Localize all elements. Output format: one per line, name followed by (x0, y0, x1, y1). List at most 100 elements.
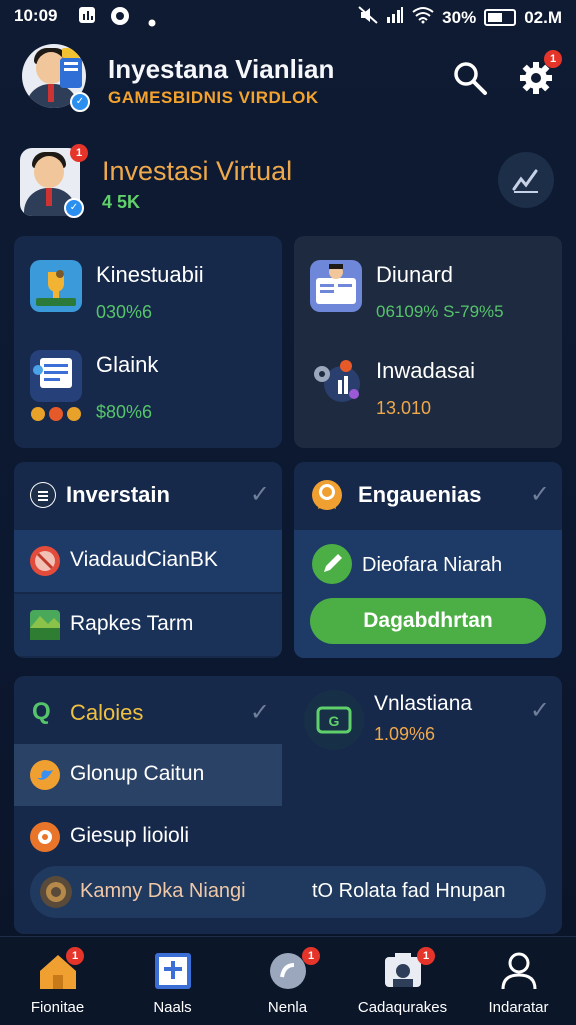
app-notification-icon (110, 6, 130, 31)
calories-card: Q Caloies ✓ Glonup Caitun Giesup lioioli… (14, 676, 562, 934)
app-title: Inyestana Vianlian (108, 54, 335, 84)
list-item[interactable]: Rapkes Tarm (14, 594, 282, 656)
book-icon (153, 951, 193, 991)
stat-label: Diunard (376, 262, 454, 287)
list-item[interactable]: ViadaudCianBK (14, 530, 282, 592)
dot-icon (148, 12, 156, 32)
signal-icon (386, 6, 404, 29)
calories-right-value: 1.09%6 (374, 724, 436, 744)
tab-label: Naals (153, 999, 192, 1016)
list-item-label: Giesup lioioli (70, 824, 190, 847)
input-left-text: Kamny Dka Niangi (80, 880, 246, 902)
stat-value: $80%6 (96, 402, 153, 422)
tab-home[interactable]: 1 Fionitae (0, 937, 115, 1025)
profile-name: Investasi Virtual (102, 156, 293, 186)
engagement-card-title: Engauenias (358, 482, 482, 507)
tab-chat[interactable]: 1 Nenla (230, 937, 345, 1025)
bottom-tab-bar: 1 Fionitae Naals 1 Nenla 1 Cadaqurakes I… (0, 936, 576, 1025)
profile-notification-badge: 1 (70, 144, 88, 162)
user-icon (499, 951, 539, 991)
stats-card-left: Kinestuabii 030%6 Glaink $80%6 (14, 236, 282, 448)
report-icon (310, 260, 362, 312)
twitter-icon (30, 760, 60, 790)
stat-item[interactable]: Diunard 06109% S-79%5 (310, 260, 550, 330)
chart-notification-icon (78, 6, 96, 29)
profile-verified-icon: ✓ (64, 198, 84, 218)
list-item-label: ViadaudCianBK (70, 548, 218, 571)
action-input-bar[interactable]: Kamny Dka Niangi tO Rolata fad Hnupan (30, 866, 546, 918)
stat-value: 13.010 (376, 398, 432, 418)
search-button[interactable] (450, 58, 490, 98)
gear-badge-icon (30, 822, 60, 852)
money-icon: G (304, 690, 364, 750)
engage-button[interactable]: Dagabdhrtan (310, 598, 546, 644)
engagement-card: Engauenias ✓ Dieofara Niarah Dagabdhrtan (294, 462, 562, 658)
cancel-circle-icon (30, 546, 60, 576)
tab-gallery[interactable]: 1 Cadaqurakes (345, 937, 460, 1025)
landscape-icon (30, 610, 60, 640)
stat-value: 030%6 (96, 302, 153, 322)
investment-card-title: Inverstain (66, 482, 170, 507)
coins-icon (30, 406, 82, 422)
invoice-icon (30, 350, 82, 402)
settings-notification-badge: 1 (544, 50, 562, 68)
status-right: 30% 02.M (358, 6, 562, 29)
tab-label: Nenla (267, 999, 308, 1016)
investment-card-header[interactable]: Inverstain ✓ (14, 462, 282, 528)
gears-analytics-icon (310, 356, 362, 408)
investment-card: Inverstain ✓ ViadaudCianBK Rapkes Tarm (14, 462, 282, 658)
check-icon: ✓ (249, 699, 270, 726)
stat-item[interactable]: Inwadasai 13.010 (310, 356, 550, 426)
trend-chart-icon (512, 169, 538, 193)
mute-icon (358, 6, 378, 29)
list-item-label: Rapkes Tarm (70, 612, 194, 635)
stat-item[interactable]: Glaink $80%6 (30, 350, 270, 430)
svg-text:G: G (329, 713, 340, 729)
analytics-button[interactable] (498, 152, 554, 208)
list-item[interactable]: Giesup lioioli (14, 806, 282, 868)
list-icon (30, 482, 56, 508)
check-icon: ✓ (249, 481, 270, 508)
search-q-icon: Q (32, 698, 51, 725)
profile-sub: 4 5K (102, 192, 141, 212)
stats-card-right: Diunard 06109% S-79%5 Inwadasai 13.010 (294, 236, 562, 448)
list-item[interactable]: Glonup Caitun (14, 744, 282, 806)
engagement-item-label: Dieofara Niarah (362, 554, 503, 576)
engagement-card-header[interactable]: Engauenias ✓ (294, 462, 562, 528)
calories-card-title: Caloies (70, 700, 144, 725)
check-icon: ✓ (529, 697, 550, 724)
calories-card-header[interactable]: Q Caloies ✓ (14, 676, 282, 742)
app-header: ✓ Inyestana Vianlian GAMESBIDNIS VIRDLOK… (22, 44, 562, 116)
battery-percent: 30% (442, 7, 477, 27)
tab-news[interactable]: Naals (115, 937, 230, 1025)
status-time: 10:09 (14, 6, 58, 25)
input-right-text: tO Rolata fad Hnupan (312, 880, 506, 902)
verified-badge-icon: ✓ (70, 92, 90, 112)
stat-item[interactable]: Kinestuabii 030%6 (30, 260, 270, 330)
coin-avatar-icon (40, 876, 72, 908)
stat-label: Glaink (96, 352, 159, 377)
stat-label: Inwadasai (376, 358, 476, 383)
edit-pen-icon (312, 544, 352, 584)
stat-label: Kinestuabii (96, 262, 204, 287)
tab-profile[interactable]: Indaratar (461, 937, 576, 1025)
search-icon (454, 62, 487, 95)
trophy-icon (30, 260, 82, 312)
profile-row: 1 ✓ Investasi Virtual 4 5K (20, 144, 560, 222)
check-icon: ✓ (529, 481, 550, 508)
tab-notification-badge: 1 (417, 947, 435, 965)
tab-notification-badge: 1 (66, 947, 84, 965)
battery-icon (484, 9, 517, 26)
app-subtitle: GAMESBIDNIS VIRDLOK (108, 88, 319, 107)
stat-value: 06109% S-79%5 (376, 302, 504, 321)
status-clock-right: 02.M (524, 7, 562, 27)
tab-label: Fionitae (30, 999, 85, 1016)
tab-label: Cadaqurakes (357, 999, 448, 1016)
award-icon (312, 480, 342, 510)
list-item-label: Glonup Caitun (70, 762, 205, 785)
status-bar: 10:09 30% 02.M (0, 0, 576, 34)
calories-right-label: Vnlastiana (374, 692, 473, 715)
engagement-body: Dieofara Niarah Dagabdhrtan (294, 530, 562, 658)
tab-notification-badge: 1 (302, 947, 320, 965)
wifi-icon (412, 6, 434, 29)
